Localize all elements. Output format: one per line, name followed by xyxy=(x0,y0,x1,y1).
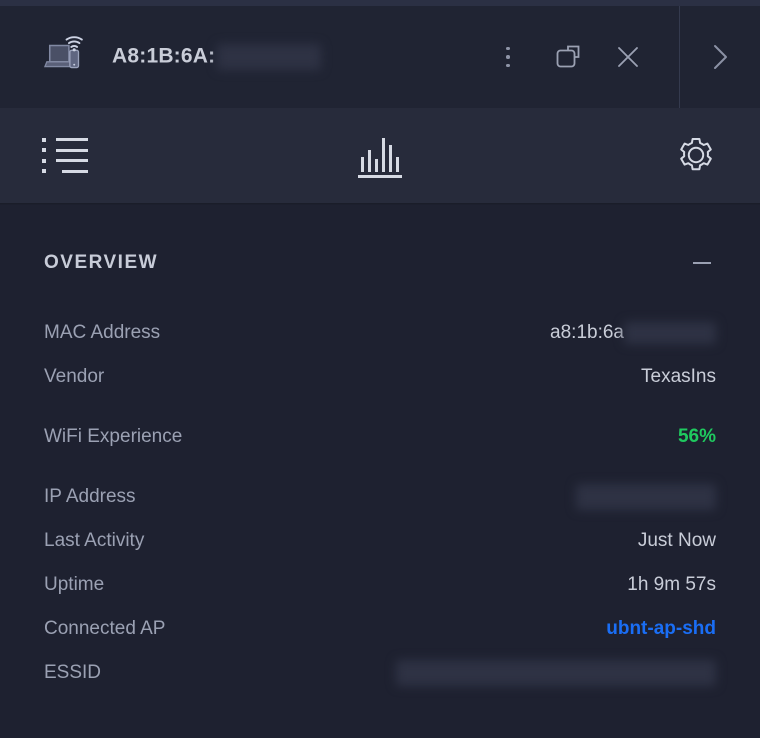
panel-title: A8:1B:6A: xyxy=(112,44,321,70)
row-label: ESSID xyxy=(44,662,101,684)
tab-settings[interactable] xyxy=(612,108,760,203)
table-row: WiFi Experience 56% xyxy=(44,415,716,459)
laptop-wifi-icon xyxy=(44,34,90,80)
table-row: Uptime 1h 9m 57s xyxy=(44,563,716,607)
row-value-redacted xyxy=(624,322,716,344)
row-label: Last Activity xyxy=(44,530,144,552)
connected-ap-link[interactable]: ubnt-ap-shd xyxy=(606,618,716,640)
panel-header-actions xyxy=(491,40,679,74)
panel-title-text: A8:1B:6A: xyxy=(112,45,215,68)
row-label: WiFi Experience xyxy=(44,426,182,448)
tab-bar xyxy=(0,108,760,204)
close-icon xyxy=(614,43,642,71)
row-value xyxy=(396,660,716,686)
tab-statistics[interactable] xyxy=(148,108,612,203)
tab-details[interactable] xyxy=(0,108,148,203)
row-label: Vendor xyxy=(44,366,104,388)
bar-chart-icon xyxy=(358,134,402,178)
row-label: IP Address xyxy=(44,486,136,508)
overview-section: OVERVIEW MAC Address a8:1b:6a Vendor Tex… xyxy=(0,205,760,738)
table-row: IP Address xyxy=(44,475,716,519)
row-label: Uptime xyxy=(44,574,104,596)
more-options-button[interactable] xyxy=(491,40,525,74)
row-value-redacted xyxy=(396,660,716,686)
row-label: MAC Address xyxy=(44,322,160,344)
duplicate-window-button[interactable] xyxy=(551,40,585,74)
overview-rows: MAC Address a8:1b:6a Vendor TexasIns WiF… xyxy=(0,277,760,695)
wifi-experience-value: 56% xyxy=(678,426,716,448)
table-row: Vendor TexasIns xyxy=(44,355,716,399)
gear-icon xyxy=(674,134,718,178)
row-value-text: a8:1b:6a xyxy=(550,322,624,344)
row-label: Connected AP xyxy=(44,618,165,640)
expand-panel-button[interactable] xyxy=(680,6,760,108)
kebab-menu-icon xyxy=(506,47,510,68)
panel-header-main: A8:1B:6A: xyxy=(0,6,680,108)
collapse-section-button[interactable] xyxy=(688,249,716,277)
device-details-panel: A8:1B:6A: xyxy=(0,0,760,738)
row-value: a8:1b:6a xyxy=(550,322,716,344)
row-value: TexasIns xyxy=(641,366,716,388)
section-title: OVERVIEW xyxy=(44,252,158,274)
close-button[interactable] xyxy=(611,40,645,74)
chevron-right-icon xyxy=(705,38,735,76)
row-value: Just Now xyxy=(638,530,716,552)
row-value-redacted xyxy=(576,484,716,510)
panel-header: A8:1B:6A: xyxy=(0,6,760,108)
minus-icon xyxy=(693,262,711,264)
table-row: Connected AP ubnt-ap-shd xyxy=(44,607,716,651)
table-row: MAC Address a8:1b:6a xyxy=(44,311,716,355)
bulleted-list-icon xyxy=(42,135,88,177)
row-value xyxy=(576,484,716,510)
table-row: Last Activity Just Now xyxy=(44,519,716,563)
copy-window-icon xyxy=(554,43,582,71)
table-row: ESSID xyxy=(44,651,716,695)
panel-title-redacted xyxy=(217,44,321,70)
overview-header: OVERVIEW xyxy=(0,205,760,277)
row-value: 1h 9m 57s xyxy=(627,574,716,596)
